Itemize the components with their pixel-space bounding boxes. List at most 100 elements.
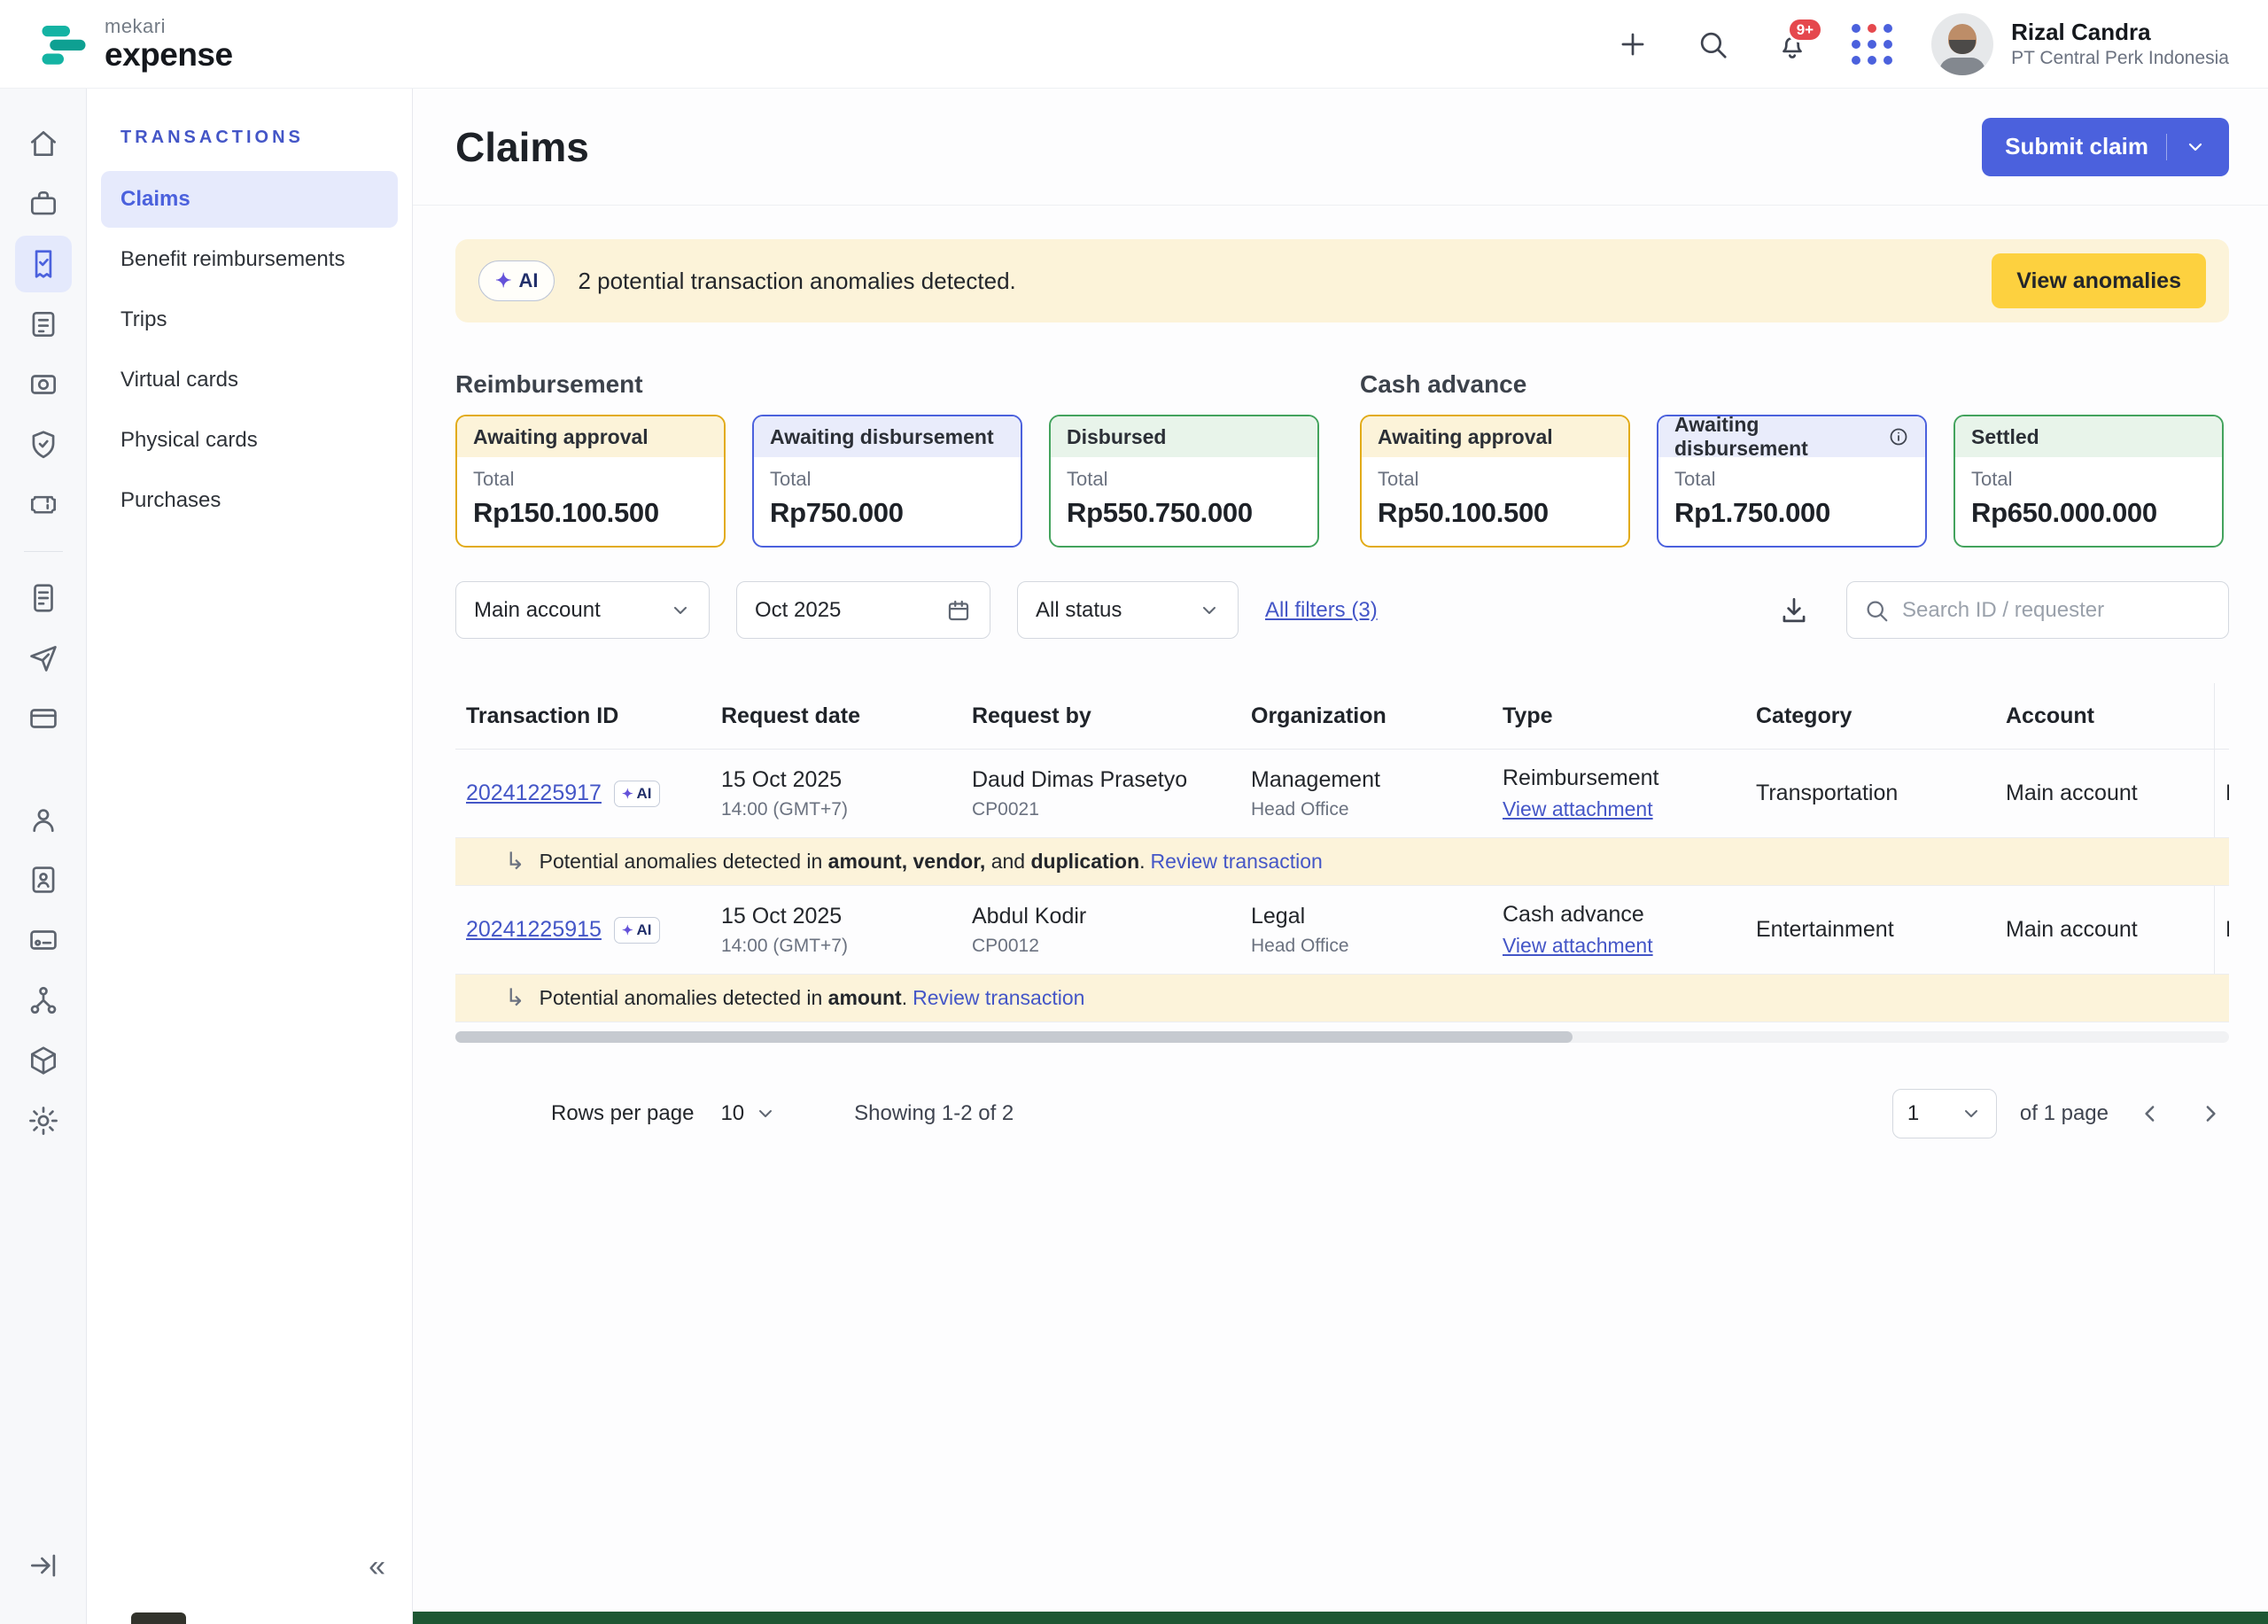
account: Main account bbox=[2006, 917, 2214, 943]
view-attachment-link[interactable]: View attachment bbox=[1503, 934, 1653, 958]
card-total-label: Total bbox=[1067, 468, 1301, 491]
rows-per-page-label: Rows per page bbox=[551, 1101, 694, 1126]
card-total-label: Total bbox=[1674, 468, 1909, 491]
next-page-button[interactable] bbox=[2192, 1095, 2229, 1132]
app-switcher-button[interactable] bbox=[1852, 24, 1892, 65]
create-new-button[interactable] bbox=[1612, 24, 1653, 65]
rail-organization-button[interactable] bbox=[15, 972, 72, 1029]
clipped-amount: Rp bbox=[2214, 750, 2229, 837]
sidebar-item-virtual-cards[interactable]: Virtual cards bbox=[101, 352, 398, 408]
sidebar-item-purchases[interactable]: Purchases bbox=[101, 472, 398, 529]
sidebar-item-label: Virtual cards bbox=[120, 368, 238, 392]
rail-capture-button[interactable] bbox=[15, 356, 72, 413]
user-menu[interactable]: Rizal Candra PT Central Perk Indonesia bbox=[1931, 13, 2229, 75]
search-icon bbox=[1696, 27, 1729, 61]
rail-divider bbox=[24, 551, 63, 552]
gear-icon bbox=[27, 1104, 60, 1138]
card-cash-advance-settled[interactable]: Settled Total Rp650.000.000 bbox=[1953, 415, 2224, 548]
sidebar-item-trips[interactable]: Trips bbox=[101, 291, 398, 348]
sidebar-item-label: Benefit reimbursements bbox=[120, 247, 345, 272]
period-filter-select[interactable]: Oct 2025 bbox=[736, 581, 990, 639]
sparkle-icon: ✦ bbox=[622, 786, 633, 802]
invoice-icon bbox=[27, 581, 60, 615]
category: Transportation bbox=[1756, 781, 2006, 806]
rail-cards-button[interactable] bbox=[15, 690, 72, 747]
credit-card-icon bbox=[27, 702, 60, 735]
table-row[interactable]: 20241225915 ✦ AI 15 Oct 2025 14:00 (GMT+… bbox=[455, 886, 2229, 975]
box-icon bbox=[27, 1044, 60, 1077]
ticket-icon bbox=[27, 488, 60, 522]
rail-settings-button[interactable] bbox=[15, 1092, 72, 1149]
status-filter-value: All status bbox=[1036, 598, 1122, 623]
rail-claims-button[interactable] bbox=[15, 236, 72, 292]
rail-documents-button[interactable] bbox=[15, 296, 72, 353]
download-button[interactable] bbox=[1777, 594, 1811, 627]
scrollbar-thumb[interactable] bbox=[455, 1031, 1573, 1043]
home-icon bbox=[27, 127, 60, 160]
view-anomalies-button[interactable]: View anomalies bbox=[1992, 253, 2206, 308]
anomaly-row: ↳ Potential anomalies detected in amount… bbox=[455, 975, 2229, 1022]
card-reimbursement-awaiting-disbursement[interactable]: Awaiting disbursement Total Rp750.000 bbox=[752, 415, 1022, 548]
request-date: 15 Oct 2025 bbox=[721, 767, 972, 793]
all-filters-link[interactable]: All filters (3) bbox=[1265, 598, 1378, 623]
arrow-to-right-icon bbox=[27, 1549, 60, 1582]
table-row[interactable]: 20241225917 ✦ AI 15 Oct 2025 14:00 (GMT+… bbox=[455, 750, 2229, 838]
status-filter-select[interactable]: All status bbox=[1017, 581, 1239, 639]
transaction-id-link[interactable]: 20241225915 bbox=[466, 917, 602, 943]
view-attachment-link[interactable]: View attachment bbox=[1503, 797, 1653, 821]
group-title: Cash advance bbox=[1360, 370, 2224, 399]
transaction-id-link[interactable]: 20241225917 bbox=[466, 781, 602, 806]
chevron-down-icon bbox=[1199, 600, 1220, 621]
card-reimbursement-awaiting-approval[interactable]: Awaiting approval Total Rp150.100.500 bbox=[455, 415, 726, 548]
rail-invoices-button[interactable] bbox=[15, 570, 72, 626]
account-filter-select[interactable]: Main account bbox=[455, 581, 710, 639]
sidebar-collapse-button[interactable]: « bbox=[369, 1551, 385, 1581]
pagination: Rows per page 10 Showing 1-2 of 2 1 of 1… bbox=[455, 1089, 2229, 1138]
sidebar-item-physical-cards[interactable]: Physical cards bbox=[101, 412, 398, 469]
rail-billing-button[interactable] bbox=[15, 912, 72, 968]
sidebar-item-label: Physical cards bbox=[120, 428, 258, 453]
ai-anomaly-banner: ✦ AI 2 potential transaction anomalies d… bbox=[455, 239, 2229, 322]
account: Main account bbox=[2006, 781, 2214, 806]
sidebar-item-benefit-reimbursements[interactable]: Benefit reimbursements bbox=[101, 231, 398, 288]
rail-trips-button[interactable] bbox=[15, 175, 72, 232]
rail-integrations-button[interactable] bbox=[15, 1032, 72, 1089]
info-icon[interactable] bbox=[1888, 426, 1909, 447]
mekari-logo[interactable]: mekari expense bbox=[39, 17, 233, 71]
notifications-button[interactable]: 9+ bbox=[1772, 24, 1813, 65]
review-transaction-link[interactable]: Review transaction bbox=[913, 986, 1084, 1009]
card-cash-advance-awaiting-approval[interactable]: Awaiting approval Total Rp50.100.500 bbox=[1360, 415, 1630, 548]
page-title: Claims bbox=[455, 123, 589, 171]
card-total-label: Total bbox=[1971, 468, 2206, 491]
bank-card-icon bbox=[27, 923, 60, 957]
briefcase-icon bbox=[27, 187, 60, 221]
document-list-icon bbox=[27, 307, 60, 341]
search-input[interactable] bbox=[1902, 598, 2212, 623]
icon-rail bbox=[0, 89, 87, 1624]
page-count-text: of 1 page bbox=[2020, 1101, 2109, 1126]
submit-claim-button[interactable]: Submit claim bbox=[1982, 118, 2229, 176]
rail-disbursement-button[interactable] bbox=[15, 630, 72, 687]
card-cash-advance-awaiting-disbursement[interactable]: Awaiting disbursement Total Rp1.750.000 bbox=[1657, 415, 1927, 548]
user-company: PT Central Perk Indonesia bbox=[2011, 47, 2229, 70]
review-transaction-link[interactable]: Review transaction bbox=[1151, 850, 1323, 873]
col-category: Category bbox=[1756, 703, 2006, 729]
previous-page-button[interactable] bbox=[2132, 1095, 2169, 1132]
rail-approval-button[interactable] bbox=[15, 416, 72, 473]
card-reimbursement-disbursed[interactable]: Disbursed Total Rp550.750.000 bbox=[1049, 415, 1319, 548]
sub-arrow-icon: ↳ bbox=[505, 986, 525, 1010]
rail-expand-button[interactable] bbox=[15, 1537, 72, 1594]
rows-per-page-select[interactable]: Rows per page bbox=[551, 1101, 694, 1126]
sidebar-item-label: Purchases bbox=[120, 488, 221, 513]
rail-home-button[interactable] bbox=[15, 115, 72, 172]
global-search-button[interactable] bbox=[1692, 24, 1733, 65]
rail-employee-docs-button[interactable] bbox=[15, 851, 72, 908]
page-number-select[interactable]: 1 bbox=[1892, 1089, 1997, 1138]
bottom-green-strip bbox=[413, 1612, 2268, 1624]
rows-per-page-value[interactable]: 10 bbox=[720, 1101, 776, 1126]
rail-benefits-button[interactable] bbox=[15, 477, 72, 533]
rail-employees-button[interactable] bbox=[15, 791, 72, 848]
sidebar-item-claims[interactable]: Claims bbox=[101, 171, 398, 228]
ai-badge-label: AI bbox=[518, 269, 538, 292]
anomaly-row: ↳ Potential anomalies detected in amount… bbox=[455, 838, 2229, 886]
